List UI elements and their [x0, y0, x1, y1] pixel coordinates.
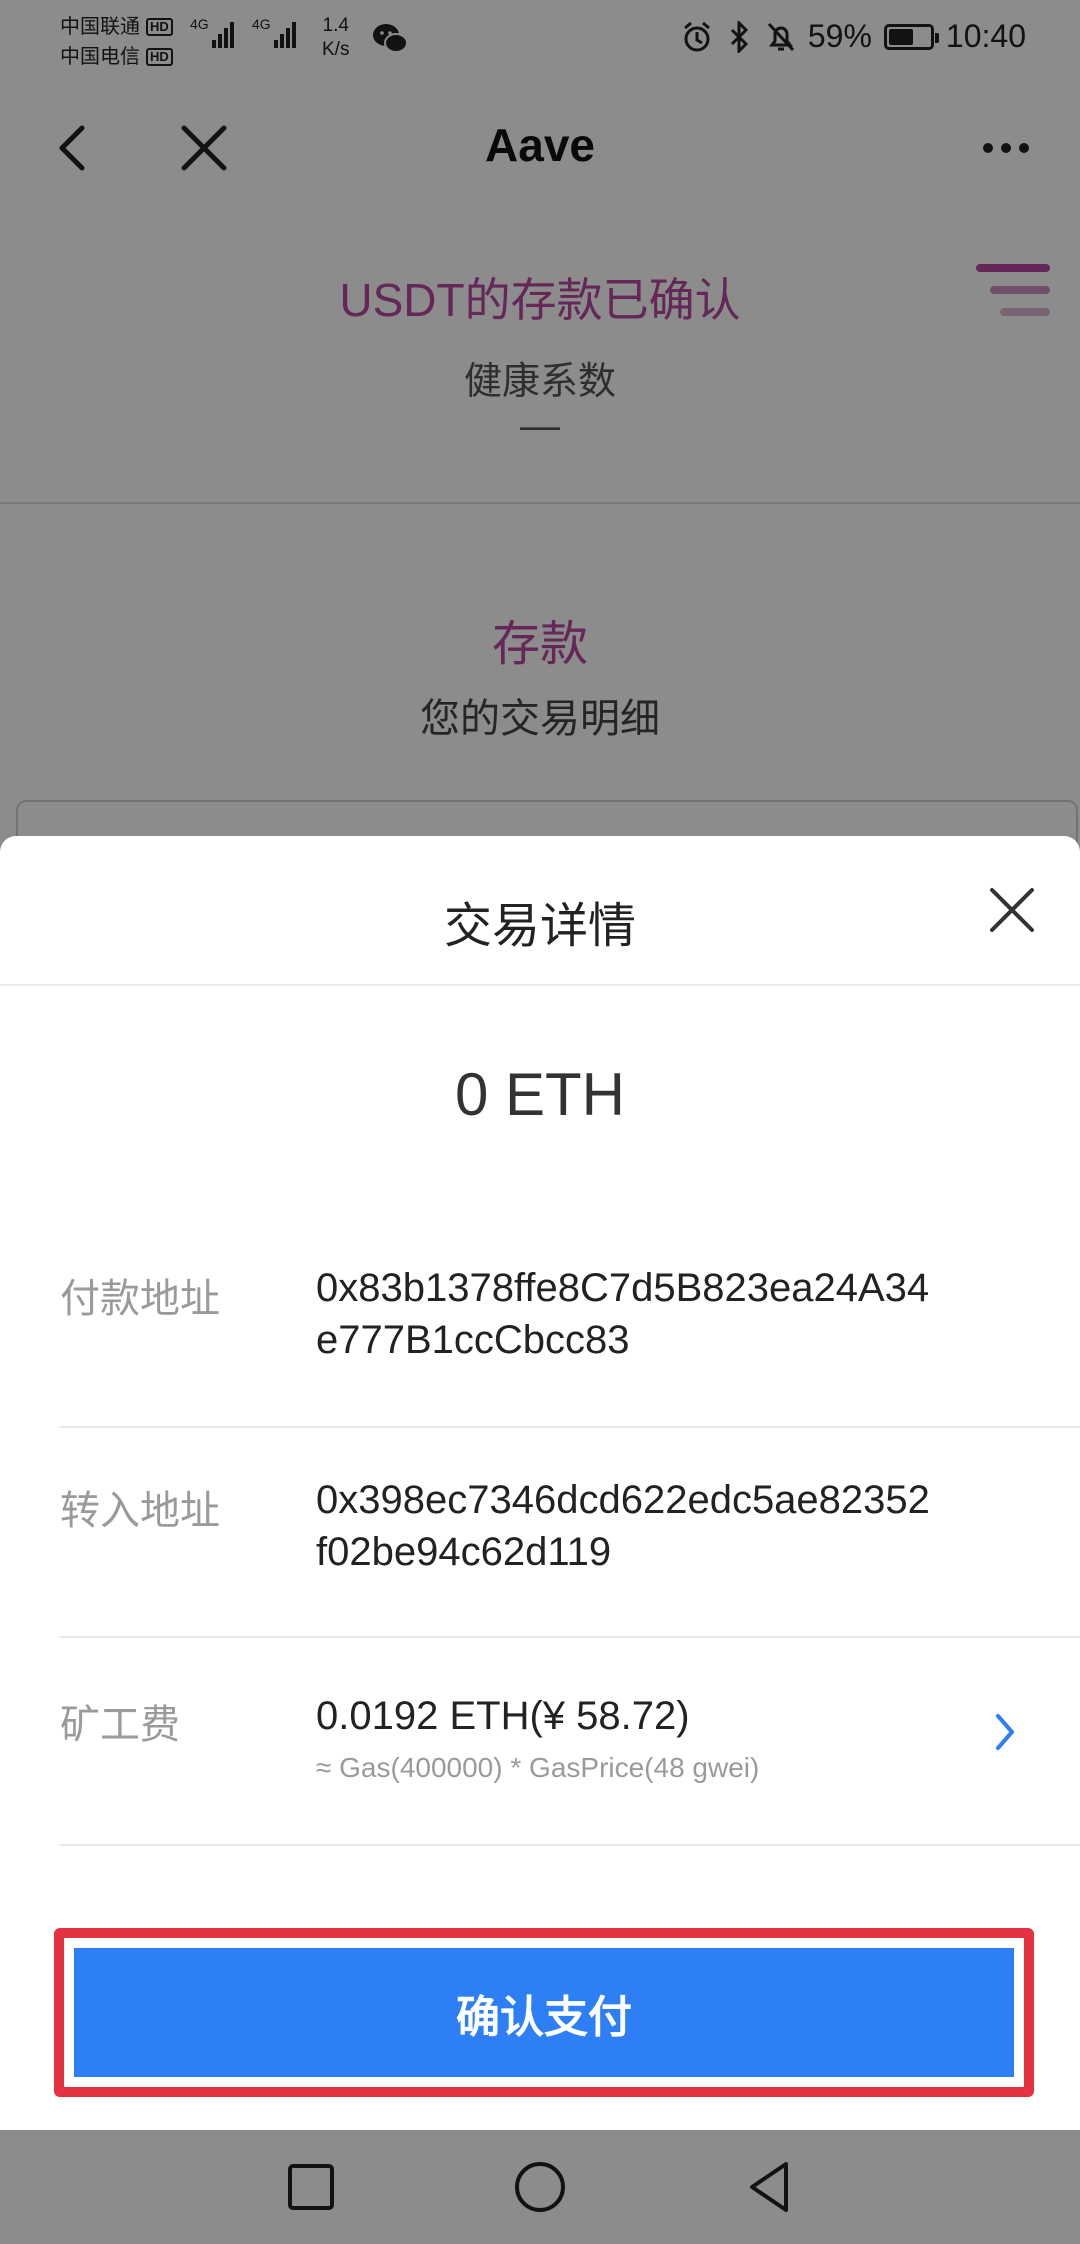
to-address-row: 转入地址 0x398ec7346dcd622edc5ae82352 f02be9… — [60, 1456, 1080, 1638]
divider — [0, 984, 1080, 986]
confirm-pay-button[interactable]: 确认支付 — [74, 1948, 1014, 2077]
from-address-value: 0x83b1378ffe8C7d5B823ea24A34 e777B1ccCbc… — [316, 1266, 930, 1362]
miner-fee-row[interactable]: 矿工费 0.0192 ETH(¥ 58.72) ≈ Gas(400000) * … — [60, 1668, 1080, 1846]
amount: 0 ETH — [454, 1061, 626, 1128]
from-address-label: 付款地址 — [60, 1277, 220, 1321]
nav-overlay — [0, 2130, 1080, 2244]
system-nav-bar — [0, 2130, 1080, 2244]
miner-fee-value: 0.0192 ETH(¥ 58.72) — [316, 1694, 690, 1738]
miner-fee-label: 矿工费 — [60, 1703, 180, 1747]
from-address-row: 付款地址 0x83b1378ffe8C7d5B823ea24A34 e777B1… — [60, 1246, 1080, 1428]
sheet-title: 交易详情 — [443, 900, 636, 953]
chevron-right-icon[interactable] — [994, 1712, 1018, 1752]
gas-detail: ≈ Gas(400000) * GasPrice(48 gwei) — [316, 1752, 760, 1783]
close-icon[interactable] — [986, 884, 1038, 936]
to-address-value: 0x398ec7346dcd622edc5ae82352 f02be94c62d… — [316, 1478, 930, 1574]
confirm-button-highlight: 确认支付 — [54, 1928, 1034, 2097]
to-address-label: 转入地址 — [60, 1489, 220, 1533]
